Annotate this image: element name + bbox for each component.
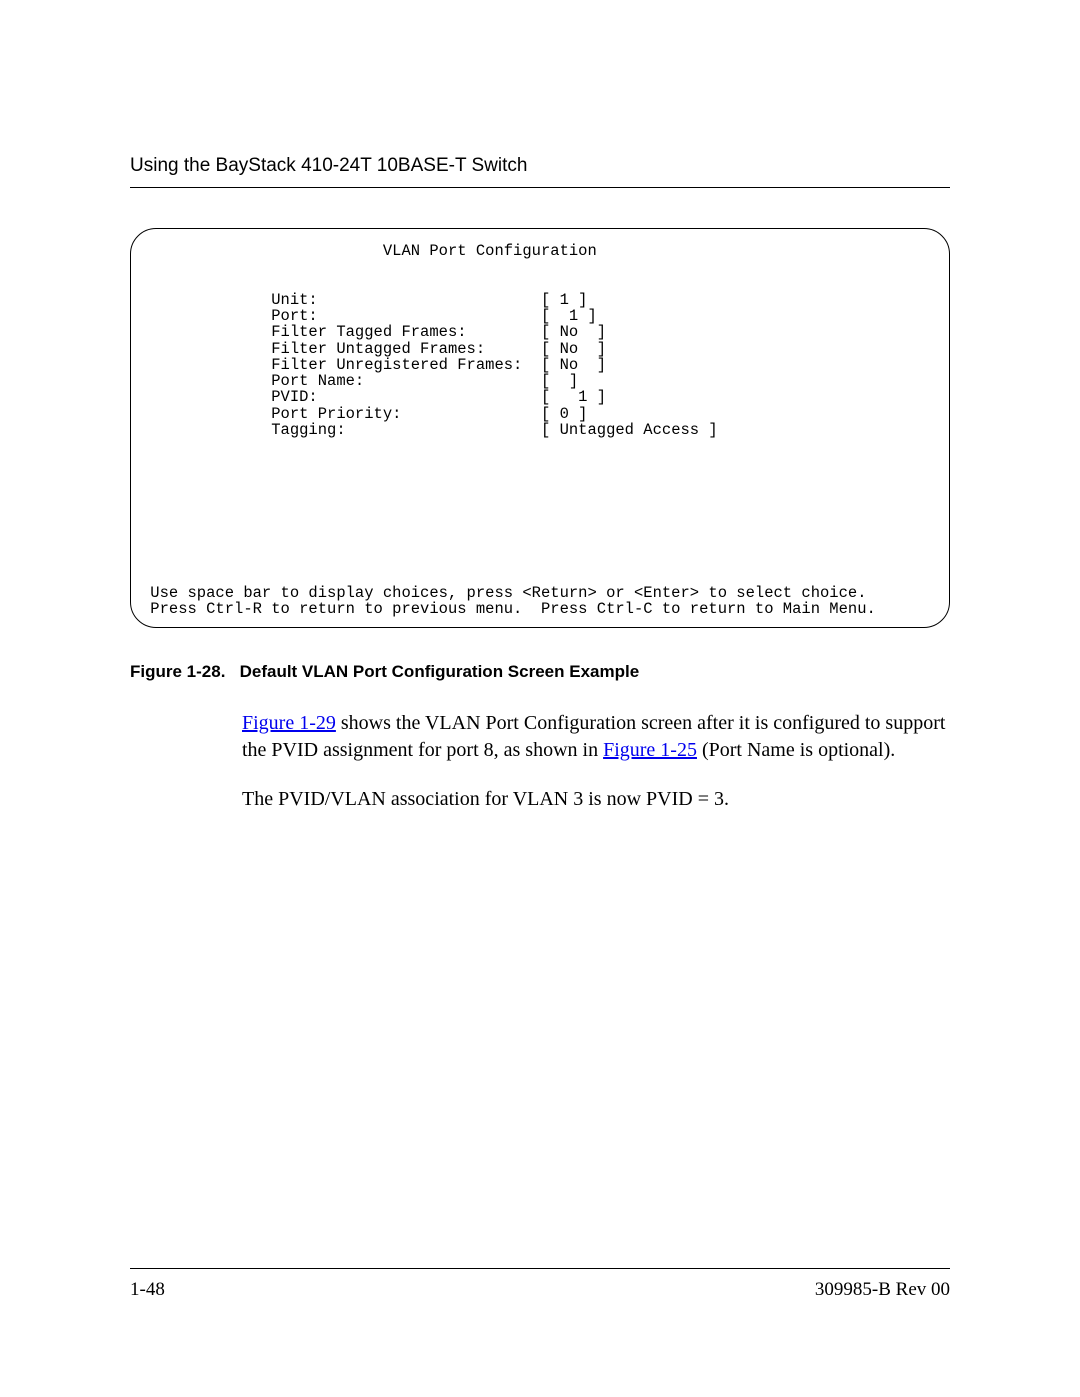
figure-title: Default VLAN Port Configuration Screen E… [240,662,640,681]
terminal-title: VLAN Port Configuration [141,242,597,260]
paragraph: The PVID/VLAN association for VLAN 3 is … [242,786,950,813]
doc-revision: 309985-B Rev 00 [815,1279,950,1301]
figure-link[interactable]: Figure 1-29 [242,712,336,734]
paragraph-text: (Port Name is optional). [697,739,895,761]
terminal-help-line: Press Ctrl-R to return to previous menu.… [141,600,876,618]
terminal-row-value: [ Untagged Access ] [541,421,718,439]
figure-caption: Figure 1-28. Default VLAN Port Configura… [130,662,950,682]
paragraph: Figure 1-29 shows the VLAN Port Configur… [242,710,950,764]
page-number: 1-48 [130,1279,165,1301]
running-header: Using the BayStack 410-24T 10BASE-T Swit… [130,155,950,188]
figure-link[interactable]: Figure 1-25 [603,739,697,761]
page: Using the BayStack 410-24T 10BASE-T Swit… [0,0,1080,1397]
page-footer: 1-48 309985-B Rev 00 [130,1268,950,1301]
figure-label: Figure 1-28. [130,662,225,681]
terminal-row-label: Tagging: [141,421,541,439]
terminal-screen: VLAN Port Configuration Unit: [ 1 ] Port… [130,228,950,628]
